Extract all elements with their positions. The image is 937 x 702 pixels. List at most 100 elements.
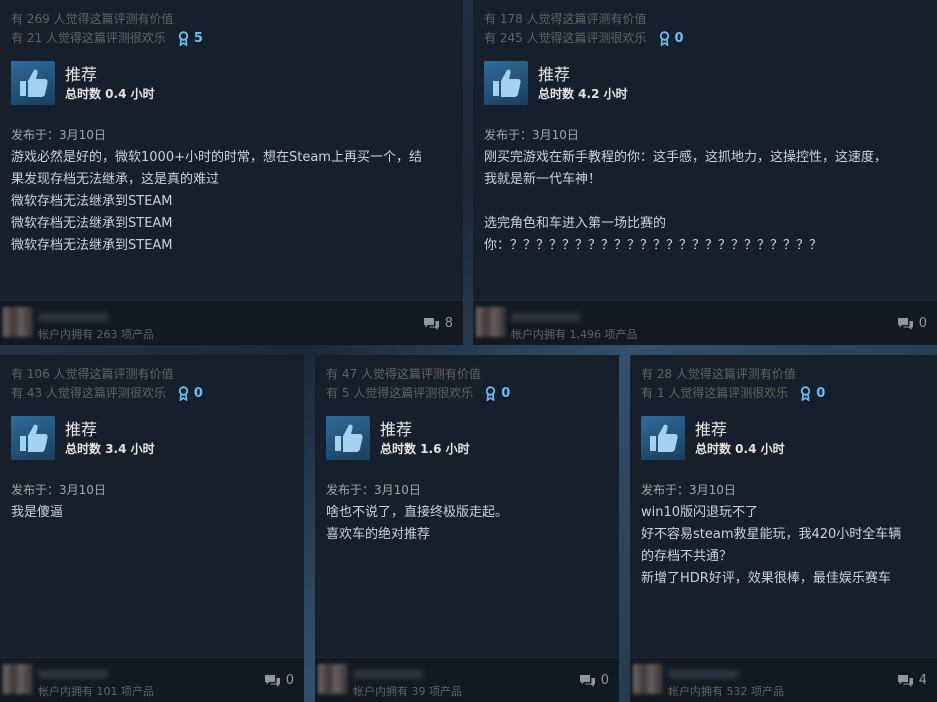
posted-date: 发布于：3月10日 bbox=[11, 128, 106, 142]
review-content: 刚买完游戏在新手教程的你：这手感，这抓地力，这操控性，这速度， 我就是新一代车神！… bbox=[484, 147, 927, 257]
funny-count: 有 5 人觉得这篇评测很欢乐 bbox=[326, 386, 474, 400]
review-line: 我是傻逼 bbox=[11, 505, 64, 520]
thumbs-up-icon bbox=[484, 61, 528, 105]
award-count: 0 bbox=[674, 31, 684, 46]
recommend-title: 推荐 bbox=[65, 64, 98, 84]
reviewer-name[interactable] bbox=[38, 670, 108, 678]
review-line bbox=[484, 191, 927, 213]
products-owned: 帐户内拥有 39 项产品 bbox=[353, 685, 462, 698]
comment-count: 4 bbox=[918, 673, 927, 688]
reviewer-name[interactable] bbox=[668, 670, 738, 678]
avatar[interactable] bbox=[318, 664, 348, 694]
award-icon bbox=[486, 386, 496, 401]
review-line: 微软存档无法继承到STEAM bbox=[11, 216, 173, 231]
award-count: 0 bbox=[193, 386, 203, 401]
review-line: win10版闪退玩不了 bbox=[641, 505, 759, 520]
posted-date: 发布于：3月10日 bbox=[11, 483, 106, 497]
funny-count: 有 1 人觉得这篇评测很欢乐 bbox=[641, 386, 789, 400]
recommend-title: 推荐 bbox=[380, 419, 413, 439]
review-content: 我是傻逼 bbox=[11, 502, 294, 524]
award-count: 0 bbox=[816, 386, 826, 401]
reviewer-name[interactable] bbox=[511, 313, 581, 321]
products-owned: 帐户内拥有 263 项产品 bbox=[38, 328, 154, 341]
review-line: 好不容易steam救星能玩，我420小时全车辆 bbox=[641, 527, 902, 542]
products-owned: 帐户内拥有 101 项产品 bbox=[38, 685, 154, 698]
review-verdict[interactable]: 推荐 总时数 4.2 小时 bbox=[484, 61, 927, 105]
award-button[interactable]: 0 bbox=[659, 29, 684, 48]
helpful-count: 有 106 人觉得这篇评测有价值 bbox=[11, 367, 174, 381]
thumbs-up-icon bbox=[326, 416, 370, 460]
review-card-2[interactable]: 有 178 人觉得这篇评测有价值 有 245 人觉得这篇评测很欢乐 0 推荐 总… bbox=[473, 0, 937, 345]
review-card-5[interactable]: 有 28 人觉得这篇评测有价值 有 1 人觉得这篇评测很欢乐 0 推荐 总时数 … bbox=[630, 355, 937, 702]
avatar[interactable] bbox=[633, 664, 663, 694]
comment-icon bbox=[264, 674, 280, 687]
avatar[interactable] bbox=[476, 307, 506, 337]
comment-button[interactable]: 4 bbox=[897, 673, 927, 688]
review-footer: 帐户内拥有 39 项产品 0 bbox=[315, 657, 619, 702]
review-line: 我就是新一代车神！ bbox=[484, 172, 602, 187]
review-card-3[interactable]: 有 106 人觉得这篇评测有价值 有 43 人觉得这篇评测很欢乐 0 推荐 总时… bbox=[0, 355, 304, 702]
award-icon bbox=[178, 31, 189, 46]
playtime-hours: 总时数 3.4 小时 bbox=[65, 441, 155, 456]
comment-icon bbox=[423, 317, 439, 330]
award-button[interactable]: 5 bbox=[178, 29, 203, 48]
review-card-1[interactable]: 有 269 人觉得这篇评测有价值 有 21 人觉得这篇评测很欢乐 5 推荐 总时… bbox=[0, 0, 463, 345]
comment-icon bbox=[897, 674, 913, 687]
award-icon bbox=[178, 386, 189, 401]
comment-count: 0 bbox=[600, 673, 609, 688]
recommend-title: 推荐 bbox=[538, 64, 571, 84]
playtime-hours: 总时数 0.4 小时 bbox=[695, 441, 785, 456]
avatar[interactable] bbox=[3, 664, 33, 694]
comment-button[interactable]: 0 bbox=[897, 316, 927, 331]
funny-count: 有 21 人觉得这篇评测很欢乐 bbox=[11, 31, 166, 45]
review-line: 的存档不共通？ bbox=[641, 549, 733, 564]
review-footer: 帐户内拥有 532 项产品 4 bbox=[630, 657, 937, 702]
review-verdict[interactable]: 推荐 总时数 0.4 小时 bbox=[11, 61, 453, 105]
posted-date: 发布于：3月10日 bbox=[641, 483, 736, 497]
review-verdict[interactable]: 推荐 总时数 1.6 小时 bbox=[326, 416, 609, 460]
review-line: 微软存档无法继承到STEAM bbox=[11, 194, 173, 209]
review-verdict[interactable]: 推荐 总时数 3.4 小时 bbox=[11, 416, 294, 460]
products-owned: 帐户内拥有 1,496 项产品 bbox=[511, 328, 638, 341]
review-footer: 帐户内拥有 101 项产品 0 bbox=[0, 657, 304, 702]
helpful-count: 有 47 人觉得这篇评测有价值 bbox=[326, 367, 481, 381]
comment-button[interactable]: 8 bbox=[423, 316, 453, 331]
award-count: 5 bbox=[193, 31, 203, 46]
award-button[interactable]: 0 bbox=[485, 384, 510, 403]
thumbs-up-icon bbox=[11, 416, 55, 460]
review-card-4[interactable]: 有 47 人觉得这篇评测有价值 有 5 人觉得这篇评测很欢乐 0 推荐 总时数 … bbox=[315, 355, 619, 702]
review-line: 选完角色和车进入第一场比赛的 bbox=[484, 216, 667, 231]
helpful-count: 有 178 人觉得这篇评测有价值 bbox=[484, 12, 647, 26]
award-button[interactable]: 0 bbox=[178, 384, 203, 403]
review-content: 啥也不说了，直接终极版走起。 喜欢车的绝对推荐 bbox=[326, 502, 609, 546]
thumbs-up-icon bbox=[11, 61, 55, 105]
comment-button[interactable]: 0 bbox=[579, 673, 609, 688]
playtime-hours: 总时数 1.6 小时 bbox=[380, 441, 470, 456]
helpful-count: 有 269 人觉得这篇评测有价值 bbox=[11, 12, 174, 26]
review-content: 游戏必然是好的，微软1000+小时的时常，想在Steam上再买一个，结 果发现存档… bbox=[11, 147, 453, 257]
review-footer: 帐户内拥有 1,496 项产品 0 bbox=[473, 300, 937, 345]
funny-count: 有 245 人觉得这篇评测很欢乐 bbox=[484, 31, 647, 45]
playtime-hours: 总时数 0.4 小时 bbox=[65, 86, 155, 101]
review-line: 游戏必然是好的，微软1000+小时的时常，想在Steam上再买一个，结 bbox=[11, 150, 422, 165]
reviewer-name[interactable] bbox=[353, 670, 423, 678]
avatar[interactable] bbox=[3, 307, 33, 337]
posted-date: 发布于：3月10日 bbox=[326, 483, 421, 497]
comment-button[interactable]: 0 bbox=[264, 673, 294, 688]
review-line: 果发现存档无法继承，这是真的难过 bbox=[11, 172, 220, 187]
recommend-title: 推荐 bbox=[65, 419, 98, 439]
comment-icon bbox=[579, 674, 595, 687]
funny-count: 有 43 人觉得这篇评测很欢乐 bbox=[11, 386, 166, 400]
award-button[interactable]: 0 bbox=[800, 384, 825, 403]
recommend-title: 推荐 bbox=[695, 419, 728, 439]
reviewer-name[interactable] bbox=[38, 313, 108, 321]
review-line: 新增了HDR好评，效果很棒，最佳娱乐赛车 bbox=[641, 571, 891, 586]
playtime-hours: 总时数 4.2 小时 bbox=[538, 86, 628, 101]
review-line: 喜欢车的绝对推荐 bbox=[326, 527, 431, 542]
comment-icon bbox=[897, 317, 913, 330]
posted-date: 发布于：3月10日 bbox=[484, 128, 579, 142]
review-verdict[interactable]: 推荐 总时数 0.4 小时 bbox=[641, 416, 927, 460]
review-line: 你：？？？？？？？？？？？？？？？？？？？？？？？？ bbox=[484, 238, 823, 253]
comment-count: 0 bbox=[918, 316, 927, 331]
review-content: win10版闪退玩不了好不容易steam救星能玩，我420小时全车辆 的存档不共通… bbox=[641, 502, 927, 590]
